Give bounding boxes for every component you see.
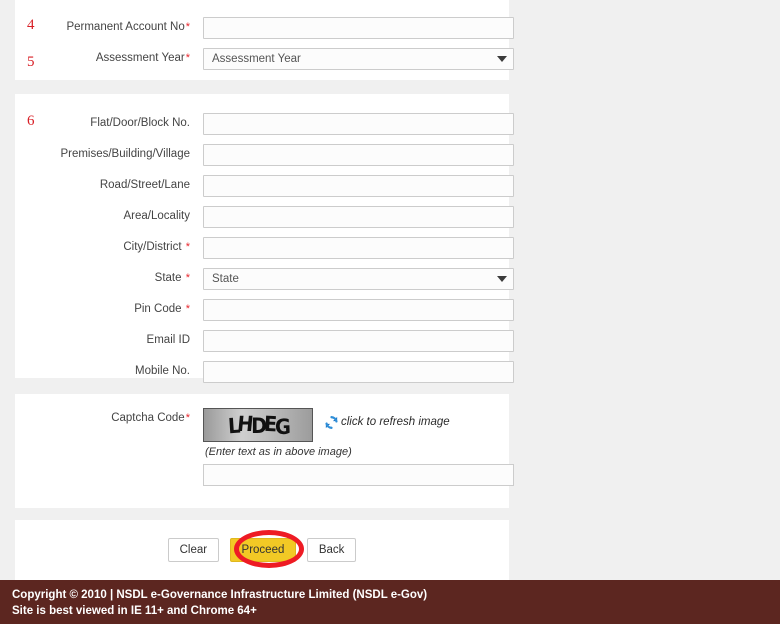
page-footer: Copyright © 2010 | NSDL e-Governance Inf… bbox=[0, 580, 780, 624]
address-panel: 6 Flat/Door/Block No. Premises/Building/… bbox=[15, 94, 514, 383]
assessment-year-select[interactable]: Assessment Year bbox=[203, 48, 514, 70]
label-city-district: City/District * bbox=[123, 241, 190, 253]
captcha-code-input[interactable] bbox=[203, 464, 514, 486]
form-row-pin-code: Pin Code * bbox=[15, 294, 514, 325]
pin-code-input[interactable] bbox=[203, 299, 514, 321]
form-row-assessment-year: 5 Assessment Year* Assessment Year bbox=[15, 43, 514, 74]
refresh-captcha-link[interactable]: click to refresh image bbox=[341, 416, 450, 428]
actions-panel: Clear Proceed Back bbox=[15, 520, 509, 580]
state-selected-value: State bbox=[212, 273, 239, 285]
road-street-lane-input[interactable] bbox=[203, 175, 514, 197]
footer-browser-note: Site is best viewed in IE 11+ and Chrome… bbox=[12, 605, 257, 617]
form-row-flat-door-block: 6 Flat/Door/Block No. bbox=[15, 108, 514, 139]
label-permanent-account-no: Permanent Account No* bbox=[66, 21, 190, 33]
required-asterisk: * bbox=[185, 241, 190, 253]
permanent-account-no-input[interactable] bbox=[203, 17, 514, 39]
required-asterisk: * bbox=[185, 412, 190, 424]
label-mobile-no: Mobile No. bbox=[135, 365, 190, 377]
assessment-year-selected-value: Assessment Year bbox=[212, 53, 301, 65]
captcha-image: LHDEG bbox=[203, 408, 313, 442]
identity-panel: 4 Permanent Account No* 5 Assessment Yea… bbox=[15, 0, 514, 80]
back-button[interactable]: Back bbox=[306, 538, 357, 562]
required-asterisk: * bbox=[185, 303, 190, 315]
form-row-pan: 4 Permanent Account No* bbox=[15, 12, 514, 43]
chevron-down-icon bbox=[497, 276, 507, 282]
required-asterisk: * bbox=[185, 21, 190, 33]
area-locality-input[interactable] bbox=[203, 206, 514, 228]
label-state: State * bbox=[154, 272, 190, 284]
captcha-panel: Captcha Code* LHDEG click to refresh ima… bbox=[15, 394, 514, 508]
captcha-hint-text: (Enter text as in above image) bbox=[205, 446, 352, 458]
form-row-email-id: Email ID bbox=[15, 325, 514, 356]
required-asterisk: * bbox=[185, 272, 190, 284]
label-area-locality: Area/Locality bbox=[123, 210, 190, 222]
proceed-button[interactable]: Proceed bbox=[229, 538, 297, 562]
left-rail bbox=[0, 0, 15, 580]
mobile-no-input[interactable] bbox=[203, 361, 514, 383]
clear-button[interactable]: Clear bbox=[167, 538, 220, 562]
form-row-mobile-no: Mobile No. bbox=[15, 356, 514, 387]
form-row-road-street-lane: Road/Street/Lane bbox=[15, 170, 514, 201]
label-captcha-code: Captcha Code* bbox=[111, 412, 190, 424]
form-row-city-district: City/District * bbox=[15, 232, 514, 263]
chevron-down-icon bbox=[497, 56, 507, 62]
premises-building-village-input[interactable] bbox=[203, 144, 514, 166]
label-assessment-year: Assessment Year* bbox=[95, 52, 190, 64]
form-row-state: State * State bbox=[15, 263, 514, 294]
label-flat-door-block: Flat/Door/Block No. bbox=[90, 117, 190, 129]
required-asterisk: * bbox=[185, 52, 190, 64]
form-row-area-locality: Area/Locality bbox=[15, 201, 514, 232]
label-email-id: Email ID bbox=[146, 334, 190, 346]
button-row: Clear Proceed Back bbox=[15, 538, 509, 562]
form-row-premises-building-village: Premises/Building/Village bbox=[15, 139, 514, 170]
flat-door-block-input[interactable] bbox=[203, 113, 514, 135]
email-id-input[interactable] bbox=[203, 330, 514, 352]
state-select[interactable]: State bbox=[203, 268, 514, 290]
page-root: 4 Permanent Account No* 5 Assessment Yea… bbox=[0, 0, 780, 624]
label-road-street-lane: Road/Street/Lane bbox=[99, 179, 190, 191]
city-district-input[interactable] bbox=[203, 237, 514, 259]
captcha-image-text: LHDEG bbox=[227, 411, 289, 440]
label-pin-code: Pin Code * bbox=[134, 303, 190, 315]
footer-copyright: Copyright © 2010 | NSDL e-Governance Inf… bbox=[12, 589, 428, 601]
label-premises-building-village: Premises/Building/Village bbox=[60, 148, 190, 160]
refresh-icon[interactable] bbox=[323, 414, 340, 431]
